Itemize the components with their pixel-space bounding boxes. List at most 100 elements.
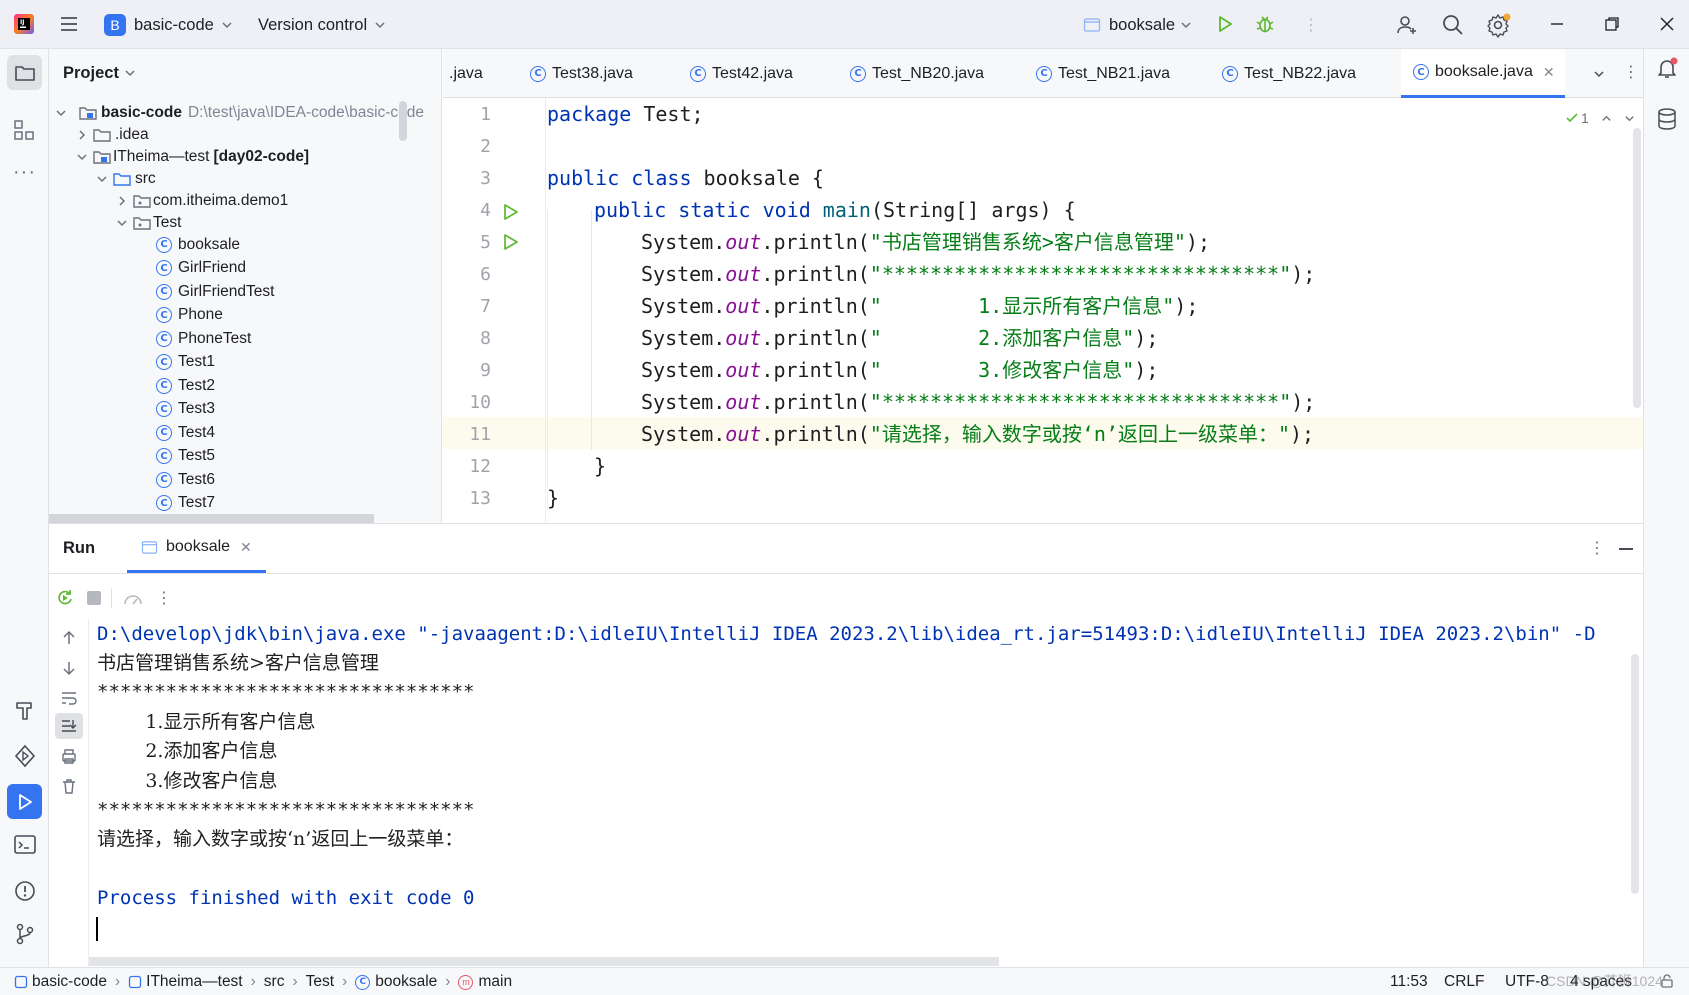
- title-bar: IJ B basic-code Version control booksale…: [0, 0, 1689, 49]
- tree-item-class[interactable]: C Phone: [156, 304, 223, 327]
- tree-item-src[interactable]: src: [96, 167, 156, 190]
- add-user-icon[interactable]: [1395, 13, 1419, 37]
- stop-icon[interactable]: [87, 591, 101, 605]
- chevron-right-icon: ›: [445, 973, 451, 990]
- hide-panel-icon[interactable]: [1619, 548, 1633, 550]
- scroll-to-end-icon[interactable]: [55, 713, 83, 739]
- close-tab-icon[interactable]: ✕: [1543, 64, 1555, 81]
- vertical-scrollbar[interactable]: [399, 101, 407, 141]
- breadcrumb-item[interactable]: Test: [306, 973, 334, 991]
- chevron-down-icon[interactable]: [1624, 113, 1635, 124]
- notifications-bell-icon[interactable]: [1655, 56, 1679, 80]
- tree-item-class[interactable]: C Test1: [156, 351, 215, 374]
- more-tools-icon[interactable]: ···: [13, 161, 36, 184]
- editor-tab[interactable]: C Test42.java: [690, 49, 793, 98]
- tree-item-class[interactable]: C GirlFriend: [156, 257, 246, 280]
- console-output[interactable]: D:\develop\jdk\bin\java.exe "-javaagent:…: [89, 619, 1635, 957]
- tree-item-class[interactable]: C Test5: [156, 445, 215, 468]
- editor-tab[interactable]: C Test_NB21.java: [1036, 49, 1170, 98]
- tree-item-class[interactable]: Cbooksale: [156, 233, 240, 256]
- minimize-icon[interactable]: [1546, 13, 1568, 35]
- tree-item-idea[interactable]: .idea: [76, 123, 149, 146]
- services-icon[interactable]: [13, 744, 37, 768]
- breadcrumb-item[interactable]: booksale: [375, 973, 437, 991]
- restore-icon[interactable]: [1601, 13, 1623, 35]
- tree-item-class[interactable]: C PhoneTest: [156, 327, 251, 350]
- tree-root-basic-code[interactable]: basic-code D:\test\java\IDEA-code\basic-…: [55, 101, 424, 124]
- folder-icon: [93, 127, 111, 143]
- inspection-widget[interactable]: 1: [1565, 110, 1635, 126]
- print-icon[interactable]: [60, 747, 78, 765]
- run-options-icon[interactable]: ⋮: [1589, 538, 1605, 558]
- structure-icon[interactable]: [13, 119, 35, 141]
- chevron-down-icon: [76, 151, 90, 163]
- editor-scrollbar[interactable]: [1633, 128, 1641, 408]
- trash-icon[interactable]: [60, 777, 78, 795]
- more-run-actions-icon[interactable]: ⋮: [156, 588, 172, 608]
- lock-icon[interactable]: [1660, 974, 1674, 988]
- run-gutter-icon[interactable]: [501, 232, 521, 252]
- tree-item-module[interactable]: ITheima—test [day02-code]: [76, 145, 309, 168]
- settings-gear-icon[interactable]: [1486, 12, 1512, 38]
- breadcrumb-item[interactable]: ITheima—test: [146, 973, 242, 991]
- tree-item-class[interactable]: C Test6: [156, 468, 215, 491]
- tab-list-chevron-icon[interactable]: [1593, 68, 1605, 80]
- horizontal-scrollbar[interactable]: [49, 514, 374, 523]
- git-icon[interactable]: [13, 922, 37, 946]
- arrow-down-icon[interactable]: [60, 659, 78, 677]
- console-vertical-scrollbar[interactable]: [1631, 654, 1639, 894]
- close-window-icon[interactable]: [1656, 13, 1678, 35]
- class-icon: C: [690, 65, 706, 82]
- chevron-up-icon[interactable]: [1601, 113, 1612, 124]
- editor-tab[interactable]: C Test_NB20.java: [850, 49, 984, 98]
- indent-guide: [547, 210, 548, 510]
- tree-item-label: ITheima—test: [113, 147, 210, 165]
- arrow-up-icon[interactable]: [60, 629, 78, 647]
- code-view[interactable]: 1234567891011121314 1 package Test; publ…: [443, 98, 1643, 523]
- problems-icon[interactable]: [13, 879, 37, 903]
- breadcrumb-item[interactable]: src: [264, 973, 285, 991]
- search-icon[interactable]: [1441, 13, 1465, 37]
- caret-position[interactable]: 11:53: [1390, 973, 1428, 991]
- intellij-logo-icon[interactable]: IJ: [12, 12, 36, 36]
- terminal-icon[interactable]: [13, 834, 37, 856]
- soft-wrap-icon[interactable]: [60, 689, 78, 707]
- run-tool-icon[interactable]: [7, 784, 42, 819]
- run-tab-booksale[interactable]: booksale ✕: [127, 524, 266, 573]
- database-icon[interactable]: [1656, 107, 1678, 131]
- project-selector[interactable]: B basic-code: [104, 12, 232, 38]
- run-gutter-icon[interactable]: [501, 202, 521, 222]
- line-separator[interactable]: CRLF: [1444, 973, 1484, 991]
- close-tab-icon[interactable]: ✕: [240, 539, 252, 556]
- run-icon[interactable]: [1215, 14, 1235, 34]
- more-actions-icon[interactable]: ⋮: [1303, 15, 1319, 35]
- main-menu-icon[interactable]: [58, 13, 80, 35]
- file-encoding[interactable]: UTF-8: [1505, 973, 1549, 991]
- editor-tab[interactable]: C Test_NB22.java: [1222, 49, 1356, 98]
- vcs-selector[interactable]: Version control: [258, 12, 385, 38]
- project-tool-folder-icon[interactable]: [7, 55, 42, 90]
- profiler-icon[interactable]: [122, 588, 144, 608]
- project-panel: Project basic-code D:\test\java\IDEA-cod…: [49, 49, 442, 523]
- status-bar: basic-code › ITheima—test › src › Test ›…: [0, 967, 1689, 995]
- tree-item-class[interactable]: C Test4: [156, 421, 215, 444]
- tree-item-package-test[interactable]: Test: [116, 211, 181, 234]
- tree-item-class[interactable]: C Test2: [156, 374, 215, 397]
- editor-tab[interactable]: .java: [449, 49, 483, 98]
- tree-item-class[interactable]: C Test7: [156, 492, 215, 515]
- run-config-selector[interactable]: booksale: [1083, 12, 1191, 38]
- editor-tab-active[interactable]: Cbooksale.java ✕: [1401, 49, 1565, 98]
- console-horizontal-scrollbar[interactable]: [89, 957, 999, 966]
- tree-item-package-demo1[interactable]: com.itheima.demo1: [116, 189, 288, 212]
- build-hammer-icon[interactable]: [13, 699, 37, 723]
- breadcrumb-item[interactable]: main: [478, 973, 512, 991]
- breadcrumb-item[interactable]: basic-code: [32, 973, 107, 991]
- rerun-icon[interactable]: [55, 588, 75, 608]
- code-line-5: System.out.println("书店管理销售系统>客户信息管理");: [641, 230, 1211, 254]
- debug-icon[interactable]: [1254, 13, 1276, 35]
- tab-more-icon[interactable]: ⋮: [1623, 62, 1639, 82]
- project-panel-header[interactable]: Project: [63, 59, 135, 87]
- editor-tab[interactable]: C Test38.java: [530, 49, 633, 98]
- tree-item-class[interactable]: C Test3: [156, 398, 215, 421]
- tree-item-class[interactable]: C GirlFriendTest: [156, 280, 274, 303]
